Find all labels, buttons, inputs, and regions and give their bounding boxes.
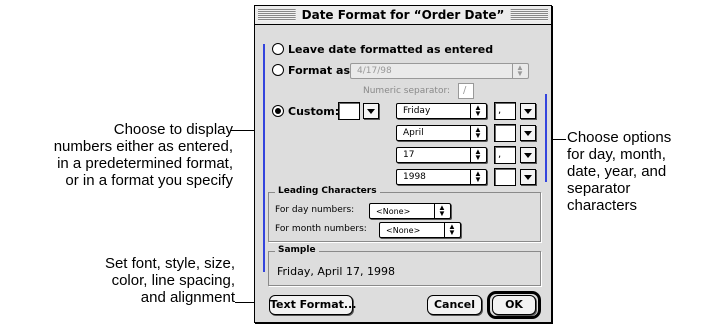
custom-prefix-field[interactable] [338, 102, 360, 120]
day-name-separator-field[interactable]: , [494, 102, 516, 120]
day-name-separator-menu-button[interactable] [520, 103, 536, 119]
popup-arrows-icon: ▲ ▼ [474, 169, 482, 184]
popup-divider [444, 223, 445, 237]
numeric-separator-value: / [463, 85, 467, 96]
popup-arrows-icon: ▲ ▼ [474, 125, 482, 140]
title-bar[interactable]: Date Format for “Order Date” [255, 6, 551, 25]
radio-format-label: Format as: [288, 64, 355, 77]
leading-characters-title: Leading Characters [275, 185, 380, 198]
day-numbers-popup[interactable]: <None> ▲ ▼ [369, 203, 451, 219]
popup-arrows-icon: ▲ ▼ [438, 203, 446, 218]
radio-leave-as-entered[interactable] [272, 43, 284, 55]
popup-arrows-icon: ▲ ▼ [474, 103, 482, 118]
radio-custom[interactable] [272, 105, 284, 117]
popup-arrows-icon: ▲ ▼ [448, 222, 456, 237]
month-numbers-value: <None> [386, 226, 421, 235]
month-popup[interactable]: April ▲ ▼ [396, 125, 487, 141]
leading-characters-group: Leading Characters For day numbers: <Non… [268, 185, 541, 242]
day-name-popup[interactable]: Friday ▲ ▼ [396, 103, 487, 119]
month-value: April [403, 128, 424, 138]
callout-format-options: Choose to display numbers either as ente… [53, 121, 233, 189]
date-separator-field[interactable]: , [494, 146, 516, 164]
popup-divider [512, 64, 513, 78]
popup-arrows-icon: ▲ ▼ [474, 147, 482, 162]
day-numbers-label: For day numbers: [275, 205, 355, 215]
popup-divider [470, 104, 471, 118]
sample-group: Sample Friday, April 17, 1998 [268, 244, 541, 286]
popup-divider [434, 204, 435, 218]
date-format-dialog: Date Format for “Order Date” Leave date … [254, 5, 552, 323]
day-numbers-value: <None> [376, 207, 411, 216]
sample-text: Friday, April 17, 1998 [277, 265, 395, 278]
custom-prefix-menu-button[interactable] [363, 103, 379, 119]
day-name-separator-value: , [498, 105, 502, 116]
month-separator-menu-button[interactable] [520, 125, 536, 141]
date-popup[interactable]: 17 ▲ ▼ [396, 147, 487, 163]
year-value: 1998 [403, 172, 426, 182]
cancel-button[interactable]: Cancel [427, 295, 482, 315]
year-separator-menu-button[interactable] [520, 169, 536, 185]
year-separator-field[interactable] [494, 168, 516, 186]
popup-arrows-icon: ▲ ▼ [516, 63, 524, 78]
month-numbers-popup[interactable]: <None> ▲ ▼ [379, 222, 461, 238]
text-format-button[interactable]: Text Format... [269, 295, 356, 315]
popup-divider [470, 170, 471, 184]
format-as-popup[interactable]: 4/17/98 ▲ ▼ [350, 63, 529, 79]
date-value: 17 [403, 150, 415, 160]
sample-title: Sample [275, 244, 319, 257]
ok-button[interactable]: OK [492, 295, 536, 315]
callout-custom-options: Choose options for day, month, date, yea… [567, 129, 672, 214]
callout-text-format: Set font, style, size, color, line spaci… [104, 255, 235, 306]
radio-custom-label: Custom: [288, 105, 340, 118]
date-separator-menu-button[interactable] [520, 147, 536, 163]
popup-divider [470, 126, 471, 140]
radio-format-as[interactable] [272, 64, 284, 76]
radio-leave-label: Leave date formatted as entered [288, 43, 494, 56]
numeric-separator-label: Numeric separator: [363, 86, 451, 96]
year-popup[interactable]: 1998 ▲ ▼ [396, 169, 487, 185]
left-bracket [263, 44, 265, 272]
numeric-separator-field[interactable]: / [458, 83, 474, 99]
month-numbers-label: For month numbers: [275, 224, 367, 234]
popup-divider [470, 148, 471, 162]
day-name-value: Friday [403, 106, 431, 116]
dialog-title: Date Format for “Order Date” [295, 7, 511, 24]
date-separator-value: , [498, 149, 502, 160]
right-bracket [545, 94, 547, 182]
format-as-value: 4/17/98 [357, 66, 392, 76]
month-separator-field[interactable] [494, 124, 516, 142]
